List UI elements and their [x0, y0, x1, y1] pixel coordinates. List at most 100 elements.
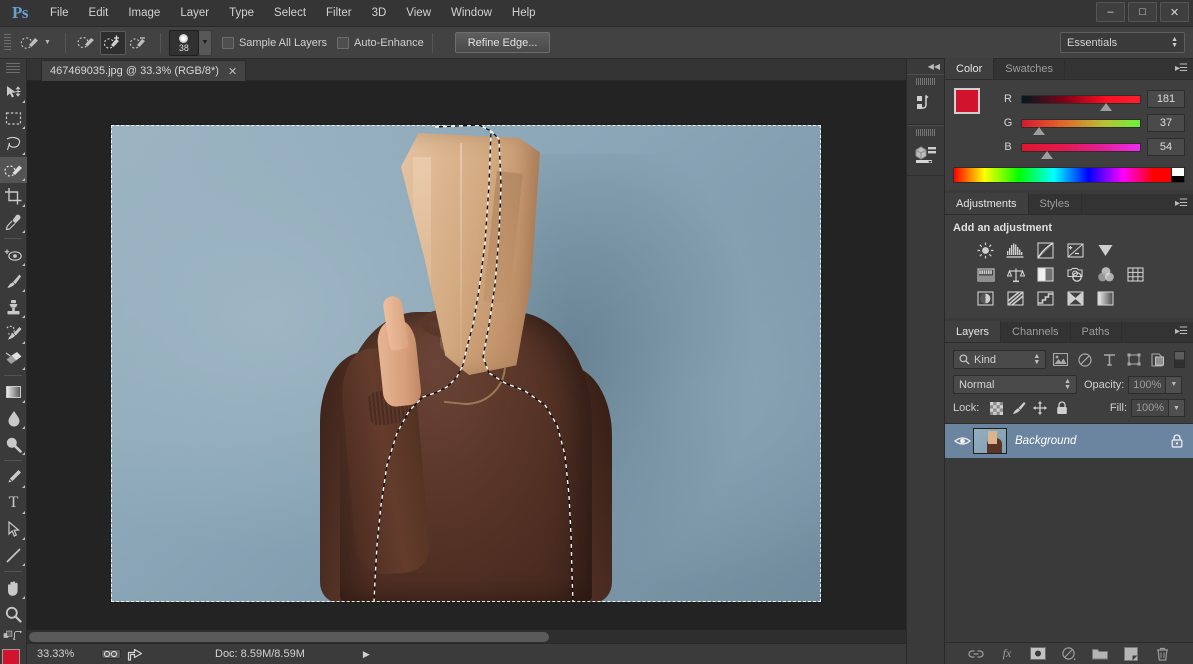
- color-panel-menu-icon[interactable]: ▸☰: [1175, 63, 1188, 74]
- horizontal-type-tool[interactable]: T: [0, 490, 27, 516]
- menu-filter[interactable]: Filter: [316, 0, 362, 27]
- minimize-button[interactable]: –: [1096, 2, 1125, 22]
- layer-name[interactable]: Background: [1015, 435, 1167, 447]
- slider-value-b[interactable]: 54: [1147, 138, 1185, 156]
- slider-thumb-b[interactable]: [1040, 150, 1053, 159]
- quick-selection-tool-preset-icon[interactable]: [17, 31, 43, 55]
- exposure-icon[interactable]: [1065, 241, 1086, 260]
- layer-thumbnail[interactable]: [973, 428, 1007, 454]
- vibrance-icon[interactable]: [1095, 241, 1116, 260]
- opacity-value-field[interactable]: 100%: [1128, 375, 1167, 394]
- foreground-color-swatch[interactable]: [2, 649, 20, 664]
- eyedropper-tool[interactable]: [0, 209, 27, 235]
- menu-help[interactable]: Help: [502, 0, 546, 27]
- brush-options-chevron-icon[interactable]: ▼: [198, 29, 212, 56]
- maximize-button[interactable]: □: [1128, 2, 1157, 22]
- status-bar-expand-icon[interactable]: ▶: [363, 649, 370, 660]
- hand-tool[interactable]: [0, 575, 27, 601]
- menu-image[interactable]: Image: [118, 0, 170, 27]
- document-image[interactable]: [111, 125, 821, 602]
- tab-adjustments[interactable]: Adjustments: [945, 193, 1029, 214]
- move-tool[interactable]: [0, 79, 27, 105]
- layer-row-background[interactable]: Background: [945, 424, 1193, 458]
- brightness-contrast-icon[interactable]: [975, 241, 996, 260]
- hue-saturation-icon[interactable]: [975, 265, 996, 284]
- blend-mode-select[interactable]: Normal ▲ ▼: [953, 375, 1077, 394]
- add-layer-mask-icon[interactable]: [1030, 645, 1047, 662]
- canvas-area[interactable]: [27, 81, 906, 643]
- menu-type[interactable]: Type: [219, 0, 264, 27]
- tab-color[interactable]: Color: [945, 58, 995, 79]
- dodge-tool[interactable]: [0, 431, 27, 457]
- close-document-icon[interactable]: ✕: [228, 65, 237, 78]
- menu-edit[interactable]: Edit: [79, 0, 119, 27]
- layer-visibility-toggle[interactable]: [951, 435, 973, 447]
- color-lookup-icon[interactable]: [1125, 265, 1146, 284]
- fill-chevron-icon[interactable]: ▼: [1169, 399, 1185, 417]
- eraser-tool[interactable]: [0, 346, 27, 372]
- slider-thumb-g[interactable]: [1032, 126, 1045, 135]
- pen-tool[interactable]: [0, 464, 27, 490]
- filter-pixel-layers-icon[interactable]: [1049, 350, 1071, 369]
- lasso-tool[interactable]: [0, 131, 27, 157]
- preview-3d-icon[interactable]: [99, 647, 123, 662]
- history-brush-tool[interactable]: [0, 320, 27, 346]
- threshold-icon[interactable]: [1035, 289, 1056, 308]
- tab-styles[interactable]: Styles: [1029, 193, 1082, 214]
- tools-panel-grip[interactable]: [6, 63, 20, 75]
- tab-layers[interactable]: Layers: [945, 321, 1002, 342]
- gradient-map-icon[interactable]: [1065, 289, 1086, 308]
- sample-all-layers-checkbox[interactable]: Sample All Layers: [221, 36, 327, 49]
- history-dock-grip[interactable]: [915, 78, 936, 85]
- default-colors-icon[interactable]: [3, 629, 13, 642]
- posterize-icon[interactable]: [1005, 289, 1026, 308]
- 3d-dock-grip[interactable]: [915, 129, 936, 136]
- refine-edge-button[interactable]: Refine Edge...: [454, 32, 551, 53]
- line-tool[interactable]: [0, 542, 27, 568]
- new-layer-icon[interactable]: [1123, 645, 1140, 662]
- color-panel-foreground-swatch[interactable]: [954, 88, 980, 114]
- close-button[interactable]: ✕: [1160, 2, 1189, 22]
- photo-filter-icon[interactable]: [1065, 265, 1086, 284]
- slider-track-b[interactable]: [1021, 142, 1141, 159]
- quick-selection-tool[interactable]: [0, 157, 27, 183]
- brush-tool[interactable]: [0, 268, 27, 294]
- adjustments-panel-menu-icon[interactable]: ▸☰: [1175, 198, 1188, 209]
- link-layers-icon[interactable]: [968, 645, 985, 662]
- black-white-icon[interactable]: [1035, 265, 1056, 284]
- new-selection-mode-button[interactable]: [74, 31, 100, 55]
- curves-icon[interactable]: [1035, 241, 1056, 260]
- rectangular-marquee-tool[interactable]: [0, 105, 27, 131]
- options-bar-grip[interactable]: [4, 33, 11, 52]
- horizontal-scrollbar[interactable]: [27, 629, 906, 643]
- clone-stamp-tool[interactable]: [0, 294, 27, 320]
- layers-panel-menu-icon[interactable]: ▸☰: [1175, 326, 1188, 337]
- lock-transparent-pixels-icon[interactable]: [985, 399, 1007, 417]
- path-selection-tool[interactable]: [0, 516, 27, 542]
- layer-filter-toggle[interactable]: [1174, 351, 1185, 368]
- tool-preset-chevron-icon[interactable]: ▼: [44, 39, 51, 46]
- spectrum-black[interactable]: [1172, 176, 1184, 182]
- collapse-panels-icon[interactable]: ◀◀: [907, 59, 944, 74]
- document-tab[interactable]: 467469035.jpg @ 33.3% (RGB/8*) ✕: [41, 60, 247, 81]
- channel-mixer-icon[interactable]: [1095, 265, 1116, 284]
- new-group-icon[interactable]: [1092, 645, 1109, 662]
- brush-size-picker[interactable]: 38: [168, 29, 199, 56]
- filter-adjustment-layers-icon[interactable]: [1074, 350, 1096, 369]
- spectrum-hue-bar[interactable]: [953, 167, 1171, 183]
- history-panel-icon[interactable]: [907, 88, 944, 118]
- spectrum-white-black[interactable]: [1171, 167, 1185, 183]
- tab-swatches[interactable]: Swatches: [994, 58, 1065, 79]
- menu-window[interactable]: Window: [441, 0, 502, 27]
- menu-view[interactable]: View: [396, 0, 441, 27]
- slider-value-g[interactable]: 37: [1147, 114, 1185, 132]
- slider-track-g[interactable]: [1021, 118, 1141, 135]
- swap-colors-icon[interactable]: [13, 629, 23, 642]
- fill-value-field[interactable]: 100%: [1131, 399, 1169, 417]
- menu-file[interactable]: File: [40, 0, 79, 27]
- workspace-selector[interactable]: Essentials ▲ ▼: [1060, 32, 1185, 53]
- selective-color-icon[interactable]: [1095, 289, 1116, 308]
- delete-layer-icon[interactable]: [1154, 645, 1171, 662]
- share-icon[interactable]: [123, 647, 147, 662]
- filter-type-layers-icon[interactable]: [1098, 350, 1120, 369]
